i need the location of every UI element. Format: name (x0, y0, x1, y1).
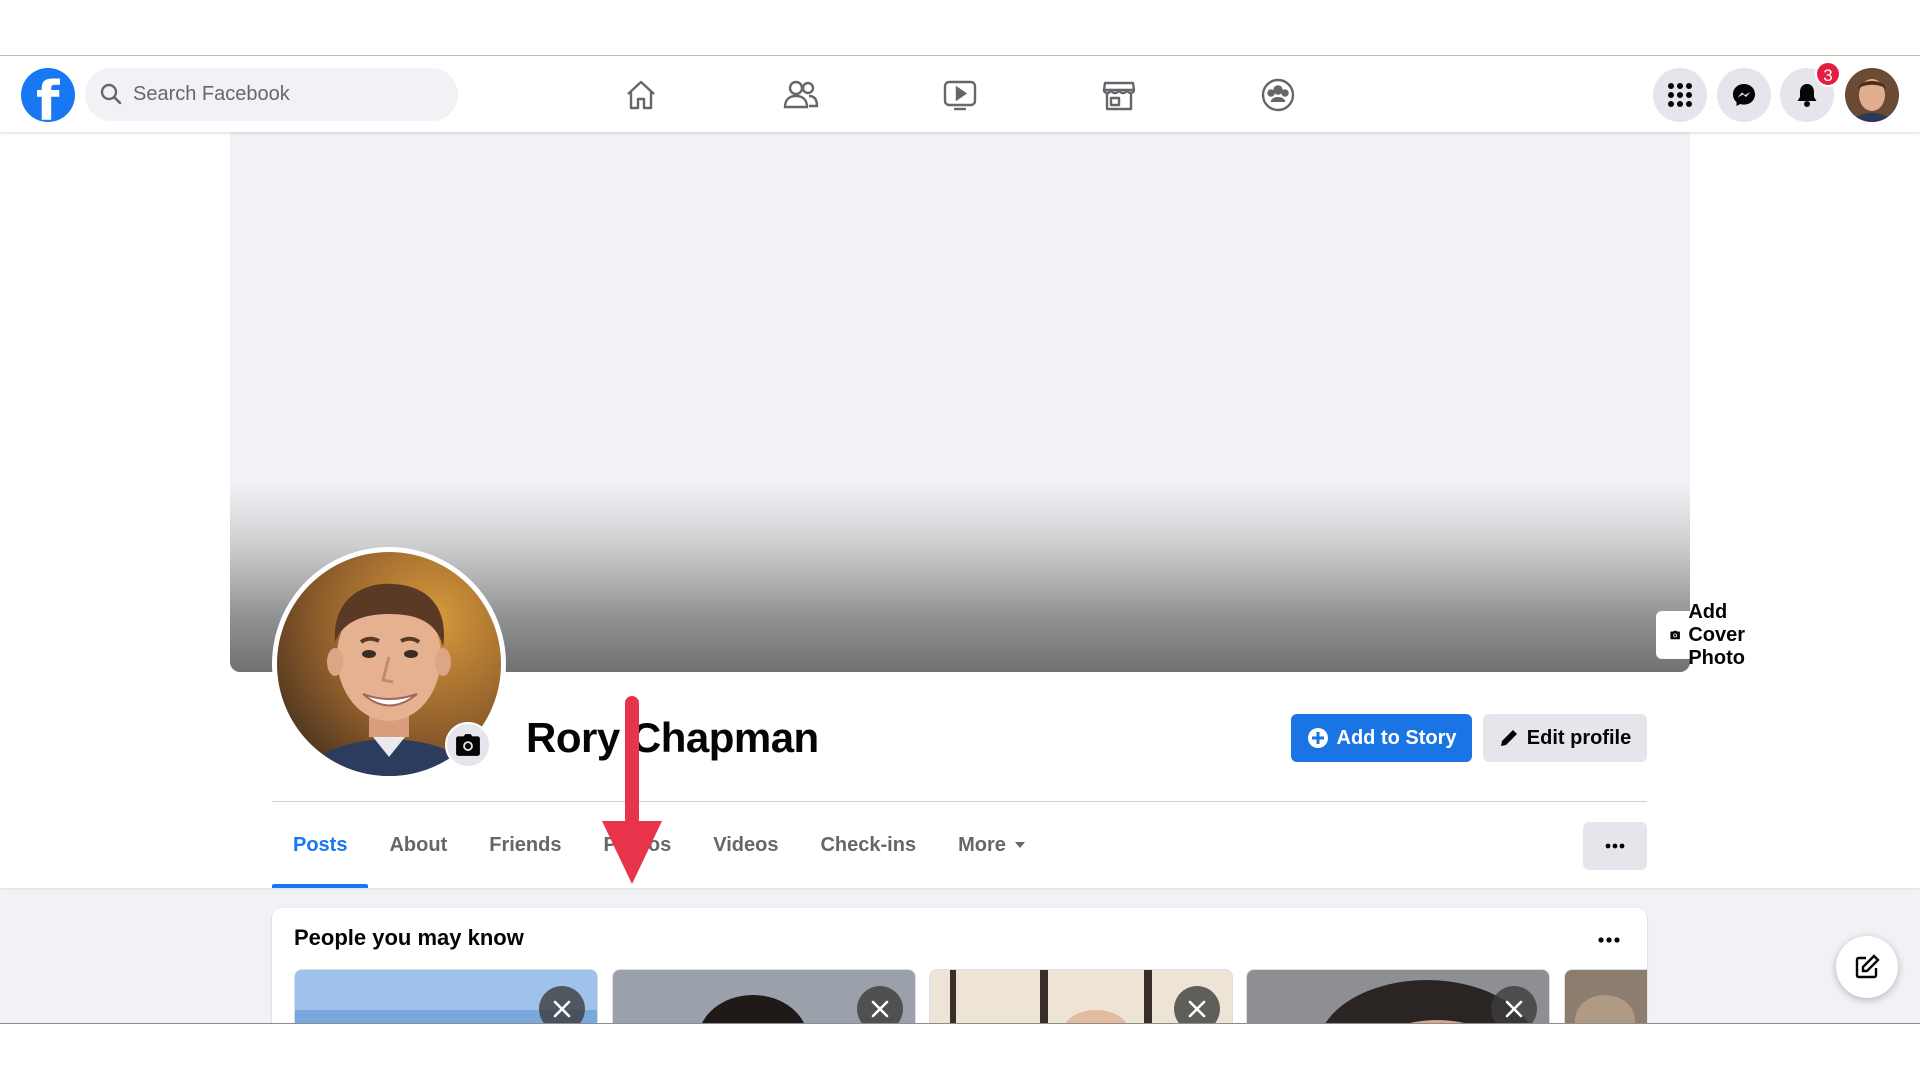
more-dots-icon (1605, 843, 1625, 849)
tab-check-ins[interactable]: Check-ins (799, 802, 937, 888)
notification-count-badge: 3 (1815, 61, 1841, 87)
edit-profile-button[interactable]: Edit profile (1483, 714, 1647, 762)
tab-label: Posts (293, 833, 348, 856)
home-icon[interactable] (616, 70, 666, 120)
close-icon[interactable] (857, 986, 903, 1023)
plus-circle-icon (1307, 728, 1328, 748)
account-avatar[interactable] (1845, 68, 1899, 122)
update-profile-picture-button[interactable] (445, 722, 491, 768)
add-to-story-button[interactable]: Add to Story (1291, 714, 1472, 762)
suggestion-card[interactable] (612, 969, 916, 1023)
tab-label: Check-ins (820, 833, 917, 856)
suggestion-card[interactable] (1246, 969, 1550, 1023)
messenger-icon[interactable] (1717, 68, 1771, 122)
suggestion-card[interactable] (294, 969, 598, 1023)
tab-label: Videos (713, 833, 779, 856)
caret-down-icon (1014, 842, 1025, 848)
camera-icon (456, 734, 480, 756)
more-dots-icon (1598, 937, 1620, 943)
suggestion-card[interactable] (1564, 969, 1647, 1023)
suggestion-card[interactable] (929, 969, 1233, 1023)
edit-profile-label: Edit profile (1526, 726, 1632, 749)
search-box[interactable] (85, 68, 458, 121)
profile-more-options-button[interactable] (1583, 822, 1647, 870)
pymk-more-options-button[interactable] (1591, 922, 1627, 958)
tab-more[interactable]: More (937, 802, 1047, 888)
search-input[interactable] (133, 68, 433, 121)
profile-name: Rory Chapman (526, 714, 819, 761)
add-cover-photo-label: Add Cover Photo (1688, 600, 1746, 669)
friends-icon[interactable] (776, 70, 826, 120)
annotation-arrow (602, 696, 662, 884)
facebook-logo-icon[interactable]: f (21, 68, 75, 122)
new-message-button[interactable] (1836, 936, 1898, 998)
watch-icon[interactable] (935, 70, 985, 120)
compose-icon (1855, 954, 1880, 979)
top-navigation-bar: f Search Facebook 3 (0, 56, 1920, 132)
profile-header: Add Cover Photo Rory Chapman Add to Stor… (0, 132, 1920, 888)
tab-posts[interactable]: Posts (272, 802, 369, 888)
marketplace-icon[interactable] (1094, 70, 1144, 120)
tab-friends[interactable]: Friends (468, 802, 582, 888)
tab-videos[interactable]: Videos (692, 802, 799, 888)
close-icon[interactable] (1174, 986, 1220, 1023)
tab-about[interactable]: About (368, 802, 468, 888)
tab-label: More (958, 833, 1006, 856)
menu-grid-icon[interactable] (1653, 68, 1707, 122)
add-to-story-label: Add to Story (1336, 726, 1457, 749)
search-icon (100, 83, 122, 105)
browser-viewport: f Search Facebook 3 Add Cover Photo Rory… (0, 55, 1920, 1024)
close-icon[interactable] (1491, 986, 1537, 1023)
tab-label: About (389, 833, 448, 856)
people-you-may-know-card: People you may know (272, 908, 1647, 1023)
close-icon[interactable] (539, 986, 585, 1023)
pymk-title: People you may know (294, 925, 524, 950)
groups-icon[interactable] (1253, 70, 1303, 120)
camera-icon (1670, 630, 1680, 640)
tab-label: Friends (489, 833, 562, 856)
add-cover-photo-button[interactable]: Add Cover Photo (1656, 601, 1775, 669)
pencil-icon (1500, 730, 1517, 746)
